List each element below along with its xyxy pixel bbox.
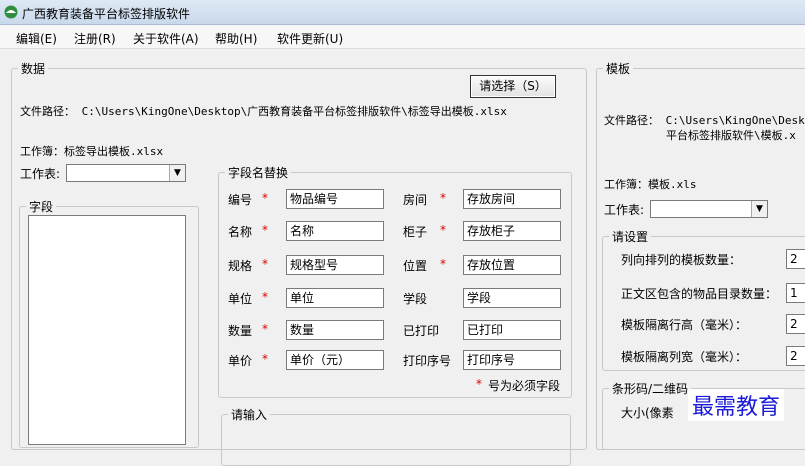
menu-help[interactable]: 帮助(H)	[215, 30, 257, 47]
mapping-label-print-seq: 打印序号	[403, 354, 452, 368]
field-printed-input[interactable]: 已打印	[463, 320, 561, 340]
required-mark: *	[262, 257, 268, 271]
template-sheet-select[interactable]: ▼	[650, 200, 768, 218]
menu-edit[interactable]: 编辑(E)	[16, 30, 57, 47]
setting-columns-label: 列向排列的模板数量：	[621, 253, 742, 267]
select-file-button[interactable]: 请选择（S）	[470, 75, 556, 98]
mapping-label-room: 房间	[403, 193, 428, 207]
barcode-size-label: 大小(像素	[621, 406, 674, 420]
mapping-label-unit: 单位	[228, 292, 253, 306]
template-file-path-line1: 文件路径： C:\Users\KingOne\Deskto	[604, 114, 805, 127]
required-mark: *	[262, 223, 268, 237]
mapping-label-position: 位置	[403, 259, 428, 273]
template-sheet-label: 工作表:	[604, 203, 645, 217]
template-file-path-line2: 平台标签排版软件\模板.x	[666, 129, 796, 142]
field-spec-input[interactable]: 规格型号	[286, 255, 384, 275]
template-group-legend: 模板	[606, 62, 631, 76]
mapping-label-number: 编号	[228, 193, 253, 207]
field-unit-input[interactable]: 单位	[286, 288, 384, 308]
field-stage-input[interactable]: 学段	[463, 288, 561, 308]
required-mark: *	[262, 322, 268, 336]
menu-update[interactable]: 软件更新(U)	[277, 30, 343, 47]
setting-columns-input[interactable]: 2	[786, 249, 805, 269]
mapping-group-legend: 字段名替换	[228, 166, 289, 180]
mapping-label-name: 名称	[228, 225, 253, 239]
required-mark: *	[262, 191, 268, 205]
barcode-group-legend: 条形码/二维码	[612, 382, 689, 396]
mapping-label-quantity: 数量	[228, 324, 253, 338]
setting-col-gap-label: 模板隔离列宽（毫米）：	[621, 350, 748, 364]
required-mark: *	[440, 257, 446, 271]
settings-group-legend: 请设置	[612, 230, 649, 244]
fields-listbox[interactable]	[28, 215, 186, 445]
workbook-text: 工作簿：标签导出模板.xlsx	[20, 145, 164, 158]
setting-col-gap-input[interactable]: 2	[786, 346, 805, 366]
setting-items-label: 正文区包含的物品目录数量：	[621, 287, 778, 301]
required-note-star: *	[476, 377, 482, 391]
required-mark: *	[262, 290, 268, 304]
field-position-input[interactable]: 存放位置	[463, 255, 561, 275]
input-group-legend: 请输入	[231, 408, 268, 422]
file-path-text: 文件路径： C:\Users\KingOne\Desktop\广西教育装备平台标…	[20, 105, 507, 118]
app-icon	[4, 5, 18, 19]
setting-items-input[interactable]: 1	[786, 283, 805, 303]
mapping-label-price: 单价	[228, 354, 253, 368]
required-mark: *	[262, 352, 268, 366]
mapping-label-stage: 学段	[403, 292, 428, 306]
field-name-input[interactable]: 名称	[286, 221, 384, 241]
title-bar: 广西教育装备平台标签排版软件	[0, 0, 805, 25]
required-mark: *	[440, 223, 446, 237]
input-group: 请输入	[221, 406, 571, 466]
field-number-input[interactable]: 物品编号	[286, 189, 384, 209]
watermark-logo: 最需教育	[688, 389, 785, 421]
template-workbook-text: 工作簿：模板.xls	[604, 178, 697, 191]
chevron-down-icon: ▼	[751, 201, 767, 217]
data-group-legend: 数据	[21, 62, 46, 76]
field-price-input[interactable]: 单价（元）	[286, 350, 384, 370]
setting-row-gap-label: 模板隔离行高（毫米）：	[621, 318, 748, 332]
mapping-label-printed: 已打印	[403, 324, 440, 338]
mapping-label-spec: 规格	[228, 259, 253, 273]
sheet-label: 工作表:	[20, 167, 61, 181]
sheet-select[interactable]: ▼	[66, 164, 186, 182]
fields-group-legend: 字段	[29, 200, 54, 214]
chevron-down-icon: ▼	[169, 165, 185, 181]
field-room-input[interactable]: 存放房间	[463, 189, 561, 209]
field-quantity-input[interactable]: 数量	[286, 320, 384, 340]
required-mark: *	[440, 191, 446, 205]
setting-row-gap-input[interactable]: 2	[786, 314, 805, 334]
field-cabinet-input[interactable]: 存放柜子	[463, 221, 561, 241]
menu-bar: 编辑(E) 注册(R) 关于软件(A) 帮助(H) 软件更新(U)	[0, 25, 805, 49]
field-print-seq-input[interactable]: 打印序号	[463, 350, 561, 370]
mapping-label-cabinet: 柜子	[403, 225, 428, 239]
menu-register[interactable]: 注册(R)	[74, 30, 116, 47]
required-note-text: 号为必须字段	[488, 379, 561, 393]
window-title: 广西教育装备平台标签排版软件	[22, 7, 191, 21]
menu-about[interactable]: 关于软件(A)	[133, 30, 199, 47]
